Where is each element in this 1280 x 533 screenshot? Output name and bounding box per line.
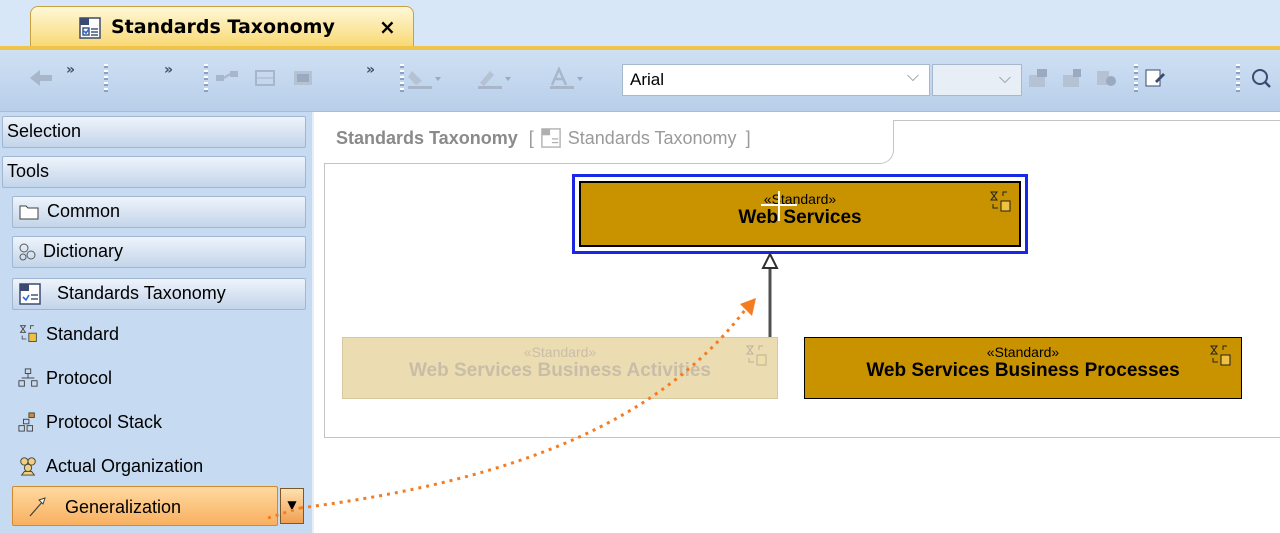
generalization-connector[interactable] — [761, 251, 779, 337]
diagram-connectors — [267, 251, 779, 520]
drag-hint-arrow — [267, 298, 756, 520]
